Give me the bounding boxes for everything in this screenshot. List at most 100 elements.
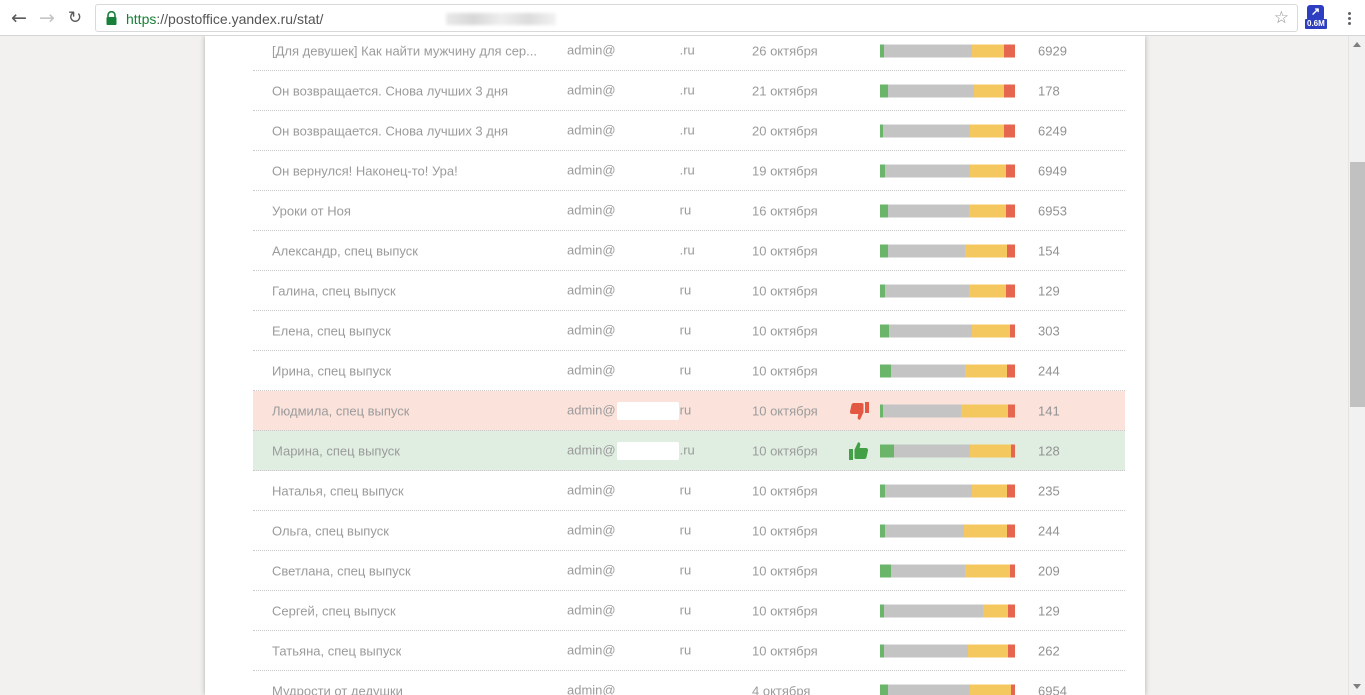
page-scrollbar[interactable] <box>1348 36 1365 695</box>
delivery-stats-bar <box>880 484 1015 497</box>
table-row[interactable]: Мудрости от дедушкиadmin@4 октября6954 <box>253 671 1125 695</box>
campaign-name: Людмила, спец выпуск <box>272 403 409 418</box>
send-date: 10 октября <box>752 443 818 458</box>
campaign-name: Александр, спец выпуск <box>272 243 418 258</box>
recipient-count: 6929 <box>1038 43 1067 58</box>
email-suffix: ru <box>680 402 692 417</box>
bar-segment-yellow <box>961 404 1008 417</box>
email-user: admin@ <box>567 162 616 177</box>
delivery-stats-bar <box>880 564 1015 577</box>
email-redaction <box>617 402 679 420</box>
thumbs-up-icon[interactable] <box>847 439 871 463</box>
extension-button[interactable]: ↗ 0.6M <box>1306 5 1326 31</box>
bar-segment-green <box>880 364 891 377</box>
bar-segment-red <box>1010 324 1015 337</box>
email-user: admin@ <box>567 602 616 617</box>
delivery-stats-bar <box>880 284 1015 297</box>
email-redaction <box>617 522 679 540</box>
extension-badge: 0.6M <box>1305 19 1327 29</box>
bar-segment-green <box>880 204 888 217</box>
table-row[interactable]: Галина, спец выпускadmin@ru10 октября129 <box>253 271 1125 311</box>
campaign-name: Галина, спец выпуск <box>272 283 396 298</box>
email-suffix: .ru <box>680 82 695 97</box>
recipient-count: 6249 <box>1038 123 1067 138</box>
thumbs-down-icon[interactable] <box>847 399 871 423</box>
campaign-name: [Для девушек] Как найти мужчину для сер.… <box>272 43 537 58</box>
email-cell: admin@ru <box>567 282 691 300</box>
email-suffix: .ru <box>680 122 695 137</box>
bar-segment-red <box>1007 524 1015 537</box>
email-redaction <box>617 162 679 180</box>
campaign-name: Марина, спец выпуск <box>272 443 400 458</box>
bar-segment-red <box>1008 644 1015 657</box>
table-row[interactable]: Марина, спец выпускadmin@.ru10 октября12… <box>253 431 1125 471</box>
delivery-stats-bar <box>880 244 1015 257</box>
email-cell: admin@.ru <box>567 42 695 60</box>
table-row[interactable]: Он возвращается. Снова лучших 3 дняadmin… <box>253 111 1125 151</box>
campaign-name: Он возвращается. Снова лучших 3 дня <box>272 83 508 98</box>
bar-segment-gray <box>888 84 974 97</box>
bookmark-star-icon[interactable]: ☆ <box>1274 8 1289 28</box>
bar-segment-yellow <box>970 124 1004 137</box>
scrollbar-up-icon[interactable] <box>1349 36 1365 53</box>
send-date: 10 октября <box>752 523 818 538</box>
email-redaction <box>617 682 679 695</box>
bar-segment-green <box>880 564 891 577</box>
delivery-stats-bar <box>880 204 1015 217</box>
bar-segment-gray <box>894 444 971 457</box>
table-row[interactable]: Людмила, спец выпускadmin@ru10 октября14… <box>253 391 1125 431</box>
delivery-stats-bar <box>880 684 1015 695</box>
email-user: admin@ <box>567 322 616 337</box>
send-date: 16 октября <box>752 203 818 218</box>
scrollbar-thumb[interactable] <box>1350 162 1365 407</box>
chrome-menu-icon[interactable] <box>1340 6 1358 30</box>
send-date: 10 октября <box>752 643 818 658</box>
email-cell: admin@.ru <box>567 162 695 180</box>
send-date: 10 октября <box>752 483 818 498</box>
campaign-name: Татьяна, спец выпуск <box>272 643 401 658</box>
bar-segment-gray <box>884 604 983 617</box>
table-row[interactable]: Сергей, спец выпускadmin@ru10 октября129 <box>253 591 1125 631</box>
table-row[interactable]: Он возвращается. Снова лучших 3 дняadmin… <box>253 71 1125 111</box>
table-row[interactable]: Наталья, спец выпускadmin@ru10 октября23… <box>253 471 1125 511</box>
bar-segment-yellow <box>969 284 1005 297</box>
table-row[interactable]: Александр, спец выпускadmin@.ru10 октябр… <box>253 231 1125 271</box>
table-row[interactable]: Татьяна, спец выпускadmin@ru10 октября26… <box>253 631 1125 671</box>
recipient-count: 303 <box>1038 323 1060 338</box>
bar-segment-green <box>880 684 888 695</box>
reload-icon[interactable]: ↻ <box>62 5 88 31</box>
bar-segment-gray <box>884 644 968 657</box>
bar-segment-yellow <box>968 644 1009 657</box>
email-redaction <box>617 202 679 220</box>
bar-segment-red <box>1006 204 1015 217</box>
email-redaction <box>617 282 679 300</box>
delivery-stats-bar <box>880 124 1015 137</box>
email-cell: admin@ru <box>567 642 691 660</box>
email-suffix: ru <box>680 282 692 297</box>
email-user: admin@ <box>567 42 616 57</box>
delivery-stats-bar <box>880 44 1015 57</box>
email-user: admin@ <box>567 482 616 497</box>
bar-segment-red <box>1004 84 1015 97</box>
table-row[interactable]: Уроки от Нояadmin@ru16 октября6953 <box>253 191 1125 231</box>
send-date: 10 октября <box>752 403 818 418</box>
address-bar[interactable]: https://postoffice.yandex.ru/stat/ ☆ <box>95 4 1298 32</box>
campaign-name: Светлана, спец выпуск <box>272 563 411 578</box>
table-row[interactable]: Ольга, спец выпускadmin@ru10 октября244 <box>253 511 1125 551</box>
campaign-table: [Для девушек] Как найти мужчину для сер.… <box>253 36 1125 695</box>
email-suffix: ru <box>680 202 692 217</box>
table-row[interactable]: Он вернулся! Наконец-то! Ура!admin@.ru19… <box>253 151 1125 191</box>
table-row[interactable]: Елена, спец выпускadmin@ru10 октября303 <box>253 311 1125 351</box>
bar-segment-yellow <box>965 364 1007 377</box>
bar-segment-red <box>1004 124 1015 137</box>
email-redaction <box>617 122 679 140</box>
table-row[interactable]: Светлана, спец выпускadmin@ru10 октября2… <box>253 551 1125 591</box>
secure-lock-icon[interactable] <box>106 11 117 31</box>
bar-segment-yellow <box>964 524 1007 537</box>
email-cell: admin@.ru <box>567 442 695 460</box>
table-row[interactable]: Ирина, спец выпускadmin@ru10 октября244 <box>253 351 1125 391</box>
scrollbar-down-icon[interactable] <box>1349 678 1365 695</box>
table-row[interactable]: [Для девушек] Как найти мужчину для сер.… <box>253 36 1125 71</box>
bar-segment-green <box>880 324 889 337</box>
back-icon[interactable]: ← <box>6 5 32 31</box>
